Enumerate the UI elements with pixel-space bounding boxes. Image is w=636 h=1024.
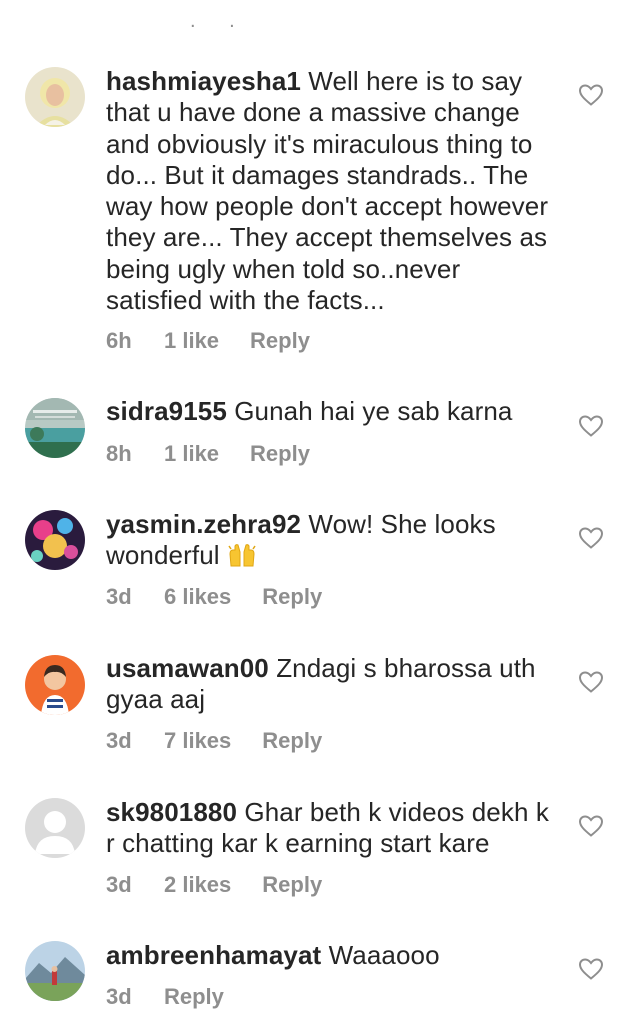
comment-time: 3d (106, 728, 132, 753)
reply-button[interactable]: Reply (250, 328, 310, 354)
comment-meta: 8h 1 like Reply (106, 441, 310, 467)
comment-time: 3d (106, 584, 132, 609)
user-avatar[interactable] (25, 67, 85, 127)
comment-text: yasmin.zehra92 Wow! She looks wonderful (106, 509, 562, 572)
comment-likes[interactable]: 6 likes (164, 584, 231, 610)
mountain-landscape-avatar-icon (25, 941, 85, 1001)
reply-button[interactable]: Reply (164, 984, 224, 1010)
woman-hijab-avatar-icon (25, 67, 85, 127)
reply-button[interactable]: Reply (262, 584, 322, 610)
comment-username[interactable]: yasmin.zehra92 (106, 509, 301, 539)
colorful-photo-avatar-icon (25, 510, 85, 570)
reply-button[interactable]: Reply (250, 441, 310, 467)
comment-meta: 3d 2 likes Reply (106, 872, 322, 898)
comment-likes[interactable]: 1 like (164, 328, 219, 354)
comment-likes[interactable]: 2 likes (164, 872, 231, 898)
comment-username[interactable]: usamawan00 (106, 653, 269, 683)
comment-meta: 6h 1 like Reply (106, 328, 310, 354)
reply-button[interactable]: Reply (262, 728, 322, 754)
comment-text: sidra9155 Gunah hai ye sab karna (106, 396, 562, 427)
heart-outline-icon[interactable] (578, 670, 604, 694)
comment-text: ambreenhamayat Waaaooo (106, 940, 562, 971)
comment-body: Waaaooo (328, 940, 440, 970)
comment-text: hashmiayesha1 Well here is to say that u… (106, 66, 562, 316)
comment-username[interactable]: sidra9155 (106, 396, 227, 426)
comment-username[interactable]: ambreenhamayat (106, 940, 321, 970)
user-avatar[interactable] (25, 655, 85, 715)
comment-body: Gunah hai ye sab karna (234, 396, 513, 426)
heart-outline-icon[interactable] (578, 414, 604, 438)
heart-outline-icon[interactable] (578, 814, 604, 838)
landscape-avatar-icon (25, 398, 85, 458)
comment-username[interactable]: sk9801880 (106, 797, 237, 827)
default-user-avatar-icon (25, 798, 85, 858)
user-avatar[interactable] (25, 510, 85, 570)
heart-outline-icon[interactable] (578, 526, 604, 550)
comment-meta: 3d Reply (106, 984, 224, 1010)
comment-time: 3d (106, 984, 132, 1009)
comment-likes[interactable]: 1 like (164, 441, 219, 467)
raising-hands-icon (227, 542, 257, 568)
comment-likes[interactable]: 7 likes (164, 728, 231, 754)
user-avatar[interactable] (25, 798, 85, 858)
comment-time: 6h (106, 328, 132, 353)
comment-meta: 3d 6 likes Reply (106, 584, 322, 610)
comment-time: 8h (106, 441, 132, 466)
heart-outline-icon[interactable] (578, 957, 604, 981)
comment-meta: 3d 7 likes Reply (106, 728, 322, 754)
cartoon-boy-avatar-icon (25, 655, 85, 715)
heart-outline-icon[interactable] (578, 83, 604, 107)
loading-indicator: . . (190, 10, 249, 32)
user-avatar[interactable] (25, 398, 85, 458)
reply-button[interactable]: Reply (262, 872, 322, 898)
user-avatar[interactable] (25, 941, 85, 1001)
comments-screen: . . hashmiayesha1 Well here is to say th… (0, 0, 636, 1024)
comment-body: Well here is to say that u have done a m… (106, 66, 549, 316)
comment-text: usamawan00 Zndagi s bharossa uth gyaa aa… (106, 653, 562, 716)
comment-username[interactable]: hashmiayesha1 (106, 66, 301, 96)
comment-text: sk9801880 Ghar beth k videos dekh k r ch… (106, 797, 562, 860)
comment-time: 3d (106, 872, 132, 897)
